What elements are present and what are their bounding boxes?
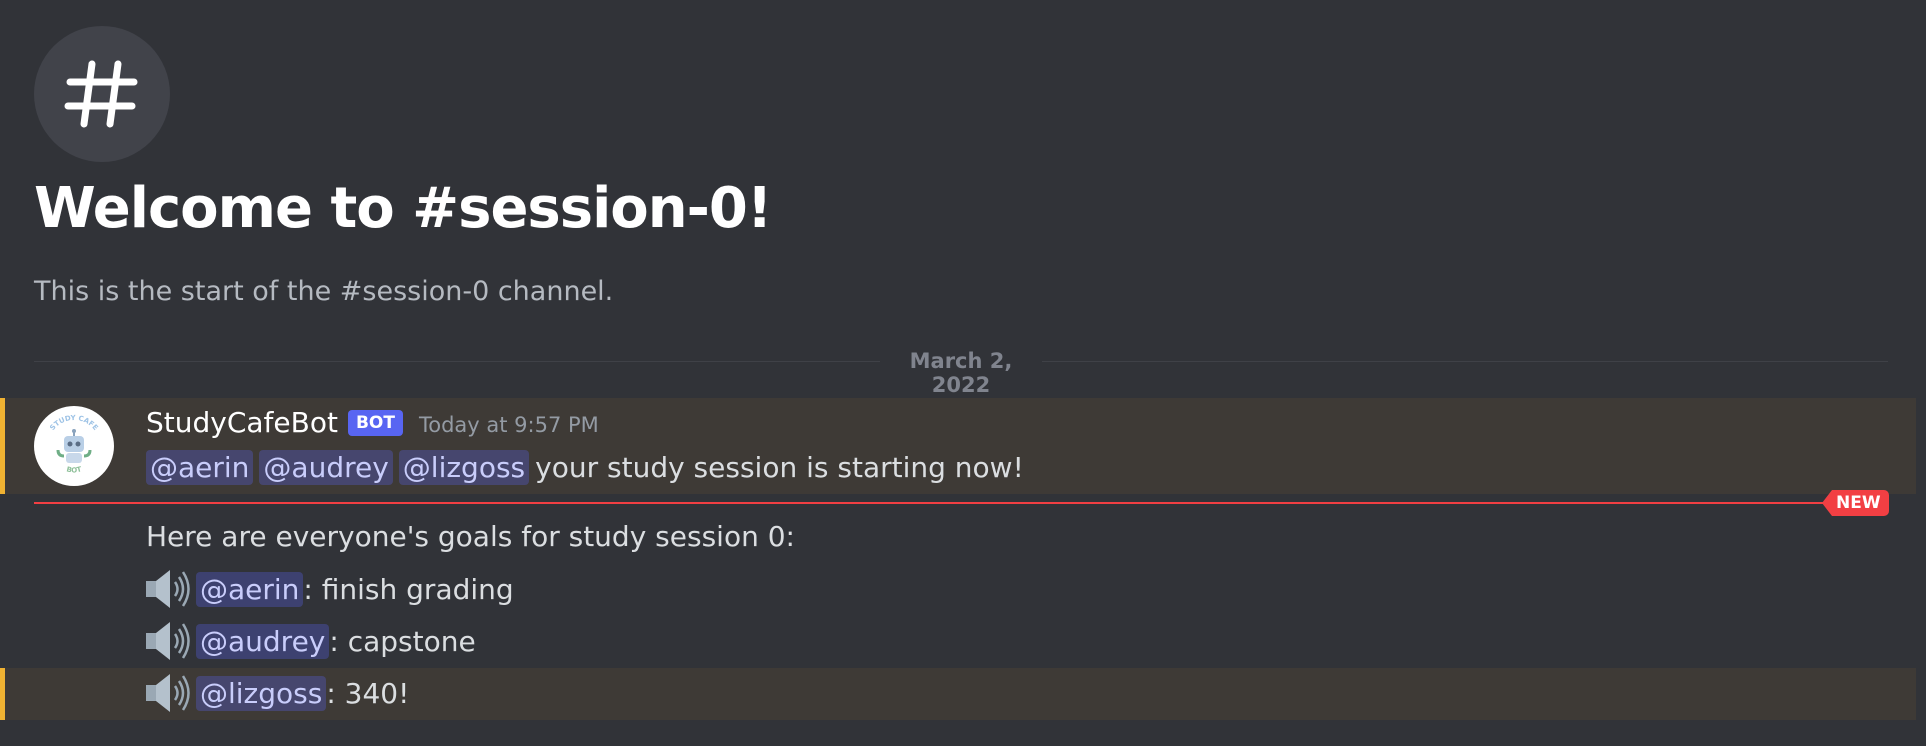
user-mention[interactable]: @aerin (196, 571, 304, 607)
goal-line: @lizgoss : 340! (146, 672, 409, 714)
chat-view: Welcome to #session-0! This is the start… (0, 0, 1926, 746)
date-divider: March 2, 2022 (34, 349, 1888, 397)
message-timestamp[interactable]: Today at 9:57 PM (419, 409, 599, 437)
svg-text:BOT: BOT (66, 465, 83, 474)
user-mention[interactable]: @aerin (146, 450, 254, 485)
bot-tag: BOT (347, 409, 403, 436)
message-line: Here are everyone's goals for study sess… (146, 520, 795, 553)
new-badge-label: NEW (1832, 490, 1889, 516)
date-divider-label: March 2, 2022 (909, 349, 1013, 397)
author-name[interactable]: StudyCafeBot (146, 406, 338, 439)
message-header: StudyCafeBot BOT Today at 9:57 PM (146, 406, 599, 439)
divider-line-right (1042, 361, 1888, 362)
goal-text: : finish grading (303, 572, 514, 606)
goal-line: @aerin : finish grading (146, 568, 514, 610)
robot-icon: STUDY CAFE BOT (48, 414, 99, 475)
message-line: @aerin @audrey @lizgoss your study sessi… (146, 450, 1024, 485)
goal-text: : capstone (329, 624, 476, 658)
user-mention[interactable]: @lizgoss (196, 675, 327, 711)
divider-line-left (34, 361, 880, 362)
message-text: Here are everyone's goals for study sess… (146, 520, 795, 553)
speaker-icon (146, 570, 190, 608)
user-mention[interactable]: @audrey (259, 450, 393, 485)
new-messages-badge: NEW (1822, 490, 1889, 516)
new-messages-line (34, 502, 1824, 504)
speaker-icon (146, 674, 190, 712)
goal-text: : 340! (326, 676, 410, 710)
welcome-title: Welcome to #session-0! (34, 176, 772, 241)
message-text: your study session is starting now! (535, 451, 1024, 484)
speaker-icon (146, 622, 190, 660)
badge-arrow (1822, 490, 1832, 516)
channel-hashtag-badge (34, 26, 170, 162)
user-mention[interactable]: @audrey (196, 623, 330, 659)
avatar[interactable]: STUDY CAFE BOT (34, 406, 114, 486)
user-mention[interactable]: @lizgoss (398, 450, 530, 485)
welcome-subtitle: This is the start of the #session-0 chan… (34, 276, 614, 307)
hashtag-icon (64, 60, 138, 128)
goal-line: @audrey : capstone (146, 620, 476, 662)
